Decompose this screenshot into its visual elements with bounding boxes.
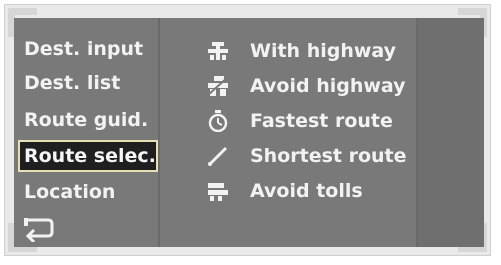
route-option-shortest-route[interactable]: Shortest route	[198, 139, 414, 173]
navigation-screen: Dest. input Dest. list Route guid. Route…	[14, 18, 484, 247]
route-option-label: Shortest route	[250, 145, 407, 167]
highway-icon	[208, 42, 228, 60]
menu-item-location[interactable]: Location	[18, 176, 156, 208]
menu-item-route-selec[interactable]: Route selec.	[18, 140, 158, 172]
screen-frame: Dest. input Dest. list Route guid. Route…	[4, 4, 491, 256]
route-option-fastest-route[interactable]: Fastest route	[198, 104, 414, 138]
return-arrow-icon	[24, 218, 54, 244]
menu-item-dest-input[interactable]: Dest. input	[18, 33, 156, 65]
column-divider	[158, 18, 160, 247]
column-divider	[416, 18, 418, 247]
left-menu: Dest. input Dest. list Route guid. Route…	[14, 18, 158, 247]
toll-gate-icon	[208, 183, 228, 201]
side-panel	[418, 18, 484, 247]
route-option-list: With highway Avoid highway Fastest route…	[198, 18, 414, 247]
route-option-label: With highway	[250, 40, 397, 62]
stopwatch-icon	[208, 110, 228, 132]
avoid-highway-icon	[207, 76, 229, 96]
route-option-label: Avoid highway	[250, 75, 406, 97]
display-bezel: Dest. input Dest. list Route guid. Route…	[0, 0, 501, 265]
route-option-label: Fastest route	[250, 110, 393, 132]
menu-item-dest-list[interactable]: Dest. list	[18, 67, 156, 99]
back-button[interactable]	[20, 216, 56, 244]
route-option-with-highway[interactable]: With highway	[198, 34, 414, 68]
route-option-avoid-highway[interactable]: Avoid highway	[198, 69, 414, 103]
pencil-line-icon	[208, 146, 228, 166]
route-option-label: Avoid tolls	[250, 180, 363, 202]
menu-item-route-guid[interactable]: Route guid.	[18, 104, 156, 136]
route-option-avoid-tolls[interactable]: Avoid tolls	[198, 174, 414, 208]
